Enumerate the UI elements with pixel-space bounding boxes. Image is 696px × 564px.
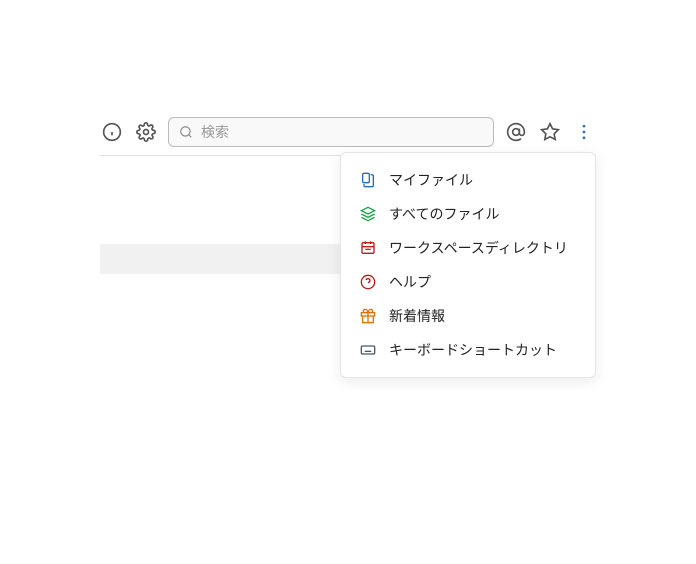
file-copy-icon	[359, 171, 377, 189]
top-toolbar	[100, 112, 596, 152]
search-icon	[179, 125, 193, 139]
menu-item-whats-new[interactable]: 新着情報	[341, 299, 595, 333]
help-icon	[359, 273, 377, 291]
star-icon[interactable]	[538, 120, 562, 144]
directory-icon	[359, 239, 377, 257]
gear-icon[interactable]	[134, 120, 158, 144]
search-box[interactable]	[168, 117, 494, 147]
menu-item-label: 新着情報	[389, 306, 445, 326]
menu-item-label: ヘルプ	[389, 272, 431, 292]
search-input[interactable]	[201, 124, 483, 140]
keyboard-icon	[359, 341, 377, 359]
menu-item-keyboard-shortcuts[interactable]: キーボードショートカット	[341, 333, 595, 367]
layers-icon	[359, 205, 377, 223]
menu-item-help[interactable]: ヘルプ	[341, 265, 595, 299]
menu-item-label: マイファイル	[389, 170, 473, 190]
info-icon[interactable]	[100, 120, 124, 144]
gift-icon	[359, 307, 377, 325]
menu-item-label: すべてのファイル	[389, 204, 499, 224]
menu-item-workspace-directory[interactable]: ワークスペースディレクトリ	[341, 231, 595, 265]
at-icon[interactable]	[504, 120, 528, 144]
menu-item-all-files[interactable]: すべてのファイル	[341, 197, 595, 231]
menu-item-label: ワークスペースディレクトリ	[389, 238, 568, 258]
more-vertical-icon[interactable]	[572, 120, 596, 144]
menu-item-label: キーボードショートカット	[389, 340, 557, 360]
content-placeholder	[100, 244, 340, 274]
overflow-menu: マイファイル すべてのファイル ワークスペースディレクトリ ヘルプ 新着情報 キ…	[340, 152, 596, 378]
menu-item-my-files[interactable]: マイファイル	[341, 163, 595, 197]
